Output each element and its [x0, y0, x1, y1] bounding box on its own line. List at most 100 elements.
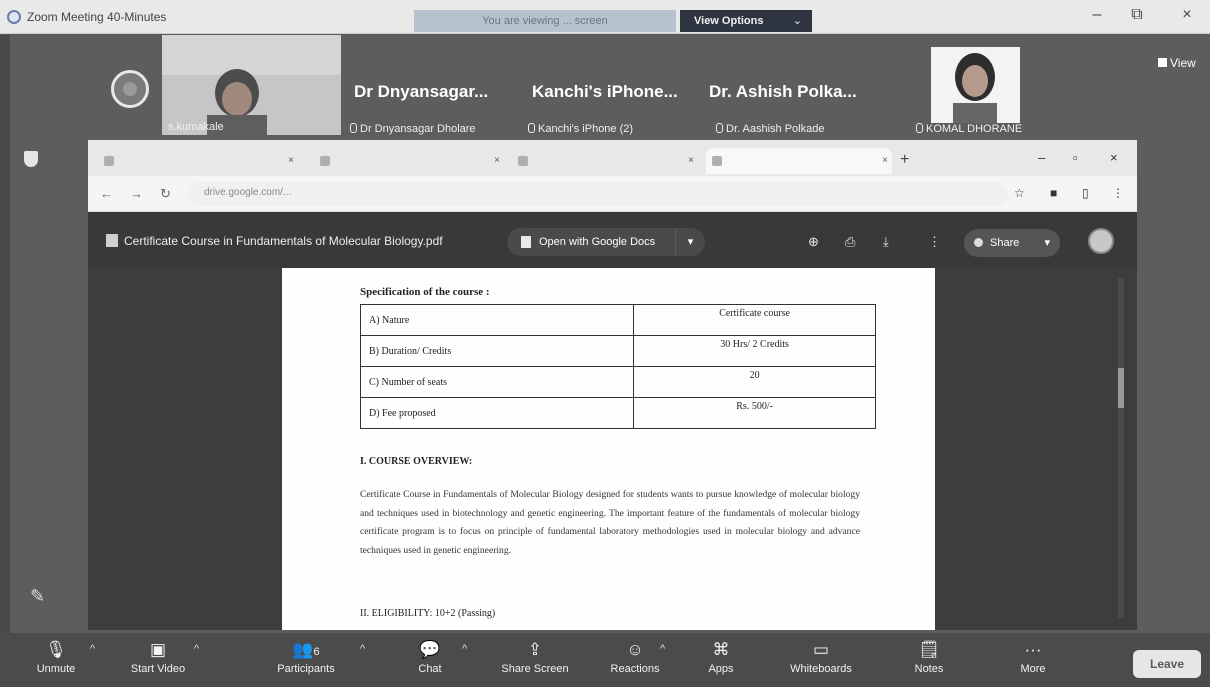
- close-icon[interactable]: ×: [1176, 6, 1198, 24]
- notes-icon: 🗒: [918, 640, 940, 659]
- meeting-left-strip: [0, 35, 10, 633]
- pdf-canvas: Specification of the course : A) Nature C…: [88, 268, 1137, 630]
- browser-tab-2[interactable]: ×: [314, 148, 504, 174]
- more-actions-icon[interactable]: ⋮: [928, 234, 941, 250]
- tab-favicon-icon: [712, 156, 722, 166]
- bookmark-star-icon[interactable]: ☆: [1014, 186, 1025, 200]
- participant-name-2: Kanchi's iPhone...: [532, 82, 678, 101]
- pdf-filename: Certificate Course in Fundamentals of Mo…: [124, 234, 443, 248]
- print-icon[interactable]: ⎙: [845, 234, 855, 250]
- video-off-icon: ▣: [149, 640, 167, 659]
- participant-name-1: Dr Dnyansagar...: [354, 82, 489, 101]
- participant-subname-text: Kanchi's iPhone (2): [538, 123, 634, 135]
- participants-count: 6: [313, 646, 320, 658]
- pdf-page: Specification of the course : A) Nature C…: [282, 268, 935, 630]
- self-view-avatar[interactable]: [111, 70, 149, 108]
- participants-button[interactable]: 👥6 Participants: [266, 637, 346, 675]
- apps-button[interactable]: ⌘ Apps: [698, 637, 744, 675]
- forward-icon[interactable]: →: [130, 186, 143, 201]
- back-icon[interactable]: ←: [100, 186, 113, 201]
- close-tab-icon[interactable]: ×: [688, 148, 694, 174]
- chat-button[interactable]: 💬 Chat: [405, 637, 455, 675]
- browser-minimize-icon[interactable]: –: [1038, 150, 1045, 165]
- account-avatar[interactable]: [1088, 228, 1114, 254]
- browser-tab-active[interactable]: ×: [706, 148, 892, 174]
- participant-photo: [931, 47, 1020, 123]
- whiteboards-button[interactable]: ▭ Whiteboards: [775, 637, 867, 675]
- security-shield-icon[interactable]: [24, 151, 38, 167]
- spec-label: B) Duration/ Credits: [359, 335, 635, 367]
- browser-restore-icon[interactable]: ▫: [1073, 150, 1078, 165]
- minimize-icon[interactable]: –: [1086, 6, 1108, 24]
- window-title: Zoom Meeting 40-Minutes: [27, 10, 167, 24]
- share-button[interactable]: Share ▾: [964, 229, 1060, 257]
- chevron-up-icon[interactable]: ^: [660, 643, 665, 655]
- participant-subname-4: KOMAL DHORANE: [916, 123, 1022, 135]
- view-button-label: View: [1170, 56, 1196, 70]
- browser-address-bar: ← → ↻ drive.google.com/... ☆ ■ ▯ ⋮: [88, 176, 1137, 212]
- table-row: A) Nature Certificate course: [359, 304, 876, 336]
- share-label: Share: [990, 237, 1020, 249]
- participant-photo: [162, 35, 341, 135]
- participant-subname-text: KOMAL DHORANE: [926, 123, 1023, 135]
- open-with-google-docs-button[interactable]: Open with Google Docs ▾: [507, 228, 705, 256]
- chevron-up-icon[interactable]: ^: [462, 643, 467, 655]
- reload-icon[interactable]: ↻: [160, 186, 171, 202]
- tile-name-label: s.kumakale: [168, 121, 224, 133]
- close-tab-icon[interactable]: ×: [494, 148, 500, 174]
- zoom-window: Zoom Meeting 40-Minutes You are viewing …: [0, 0, 1210, 687]
- browser-tab-1[interactable]: ×: [98, 148, 298, 174]
- participant-subname-text: Dr. Aashish Polkade: [726, 123, 825, 135]
- chevron-down-icon[interactable]: ▾: [675, 228, 705, 256]
- reactions-label: Reactions: [610, 663, 660, 675]
- spec-value: Certificate course: [633, 304, 876, 336]
- pdf-scrollbar[interactable]: [1118, 278, 1124, 618]
- spec-title: Specification of the course :: [360, 286, 490, 298]
- browser-close-icon[interactable]: ×: [1110, 150, 1118, 165]
- view-button[interactable]: View: [1158, 56, 1196, 70]
- annotate-pencil-icon[interactable]: ✎: [30, 586, 45, 607]
- start-video-label: Start Video: [130, 663, 186, 675]
- browser-menu-icon[interactable]: ⋮: [1112, 186, 1124, 200]
- new-tab-icon[interactable]: +: [900, 151, 909, 169]
- participant-subname-3: Dr. Aashish Polkade: [716, 123, 824, 135]
- participant-tile-4[interactable]: [931, 47, 1020, 123]
- spec-label: C) Number of seats: [359, 366, 635, 398]
- whiteboards-label: Whiteboards: [790, 663, 852, 675]
- downloads-icon[interactable]: ▯: [1082, 186, 1089, 200]
- participant-tile-1[interactable]: s.kumakale: [162, 35, 341, 135]
- pdf-scrollbar-thumb[interactable]: [1118, 368, 1124, 408]
- restore-icon[interactable]: ⧉: [1126, 6, 1148, 24]
- more-button[interactable]: ··· More: [1006, 637, 1060, 675]
- grid-view-icon: [1158, 58, 1167, 67]
- tab-favicon-icon: [104, 156, 114, 166]
- url-input[interactable]: drive.google.com/...: [188, 182, 1008, 206]
- add-shortcut-icon[interactable]: ⊕: [808, 234, 819, 250]
- chevron-up-icon[interactable]: ^: [90, 643, 95, 655]
- overview-heading: I. COURSE OVERVIEW:: [360, 456, 473, 467]
- download-icon[interactable]: ⤓: [883, 234, 889, 250]
- chevron-down-icon: ⌄: [792, 15, 802, 27]
- participants-icon: 👥6: [292, 640, 320, 659]
- viewing-screen-banner: You are viewing ... screen: [414, 10, 676, 32]
- start-video-button[interactable]: ▣ Start Video: [118, 637, 198, 675]
- browser-tab-3[interactable]: ×: [512, 148, 698, 174]
- close-tab-icon[interactable]: ×: [882, 148, 888, 174]
- zoom-logo-icon: [7, 10, 21, 24]
- more-icon: ···: [1024, 640, 1042, 659]
- spec-label: D) Fee proposed: [359, 397, 635, 429]
- share-screen-button[interactable]: ⇪ Share Screen: [490, 637, 580, 675]
- table-row: C) Number of seats 20: [359, 366, 876, 398]
- overview-paragraph: Certificate Course in Fundamentals of Mo…: [360, 489, 860, 556]
- muted-mic-icon: [716, 123, 723, 133]
- close-tab-icon[interactable]: ×: [288, 148, 294, 174]
- chevron-up-icon[interactable]: ^: [194, 643, 199, 655]
- notes-button[interactable]: 🗒 Notes: [902, 637, 956, 675]
- view-options-button[interactable]: View Options ⌄: [680, 10, 812, 32]
- unmute-button[interactable]: 🎙 Unmute: [26, 637, 86, 675]
- leave-button[interactable]: Leave: [1133, 650, 1201, 678]
- tab-favicon-icon: [518, 156, 528, 166]
- chevron-up-icon[interactable]: ^: [360, 643, 365, 655]
- open-with-label: Open with Google Docs: [539, 236, 656, 248]
- extensions-icon[interactable]: ■: [1050, 186, 1057, 200]
